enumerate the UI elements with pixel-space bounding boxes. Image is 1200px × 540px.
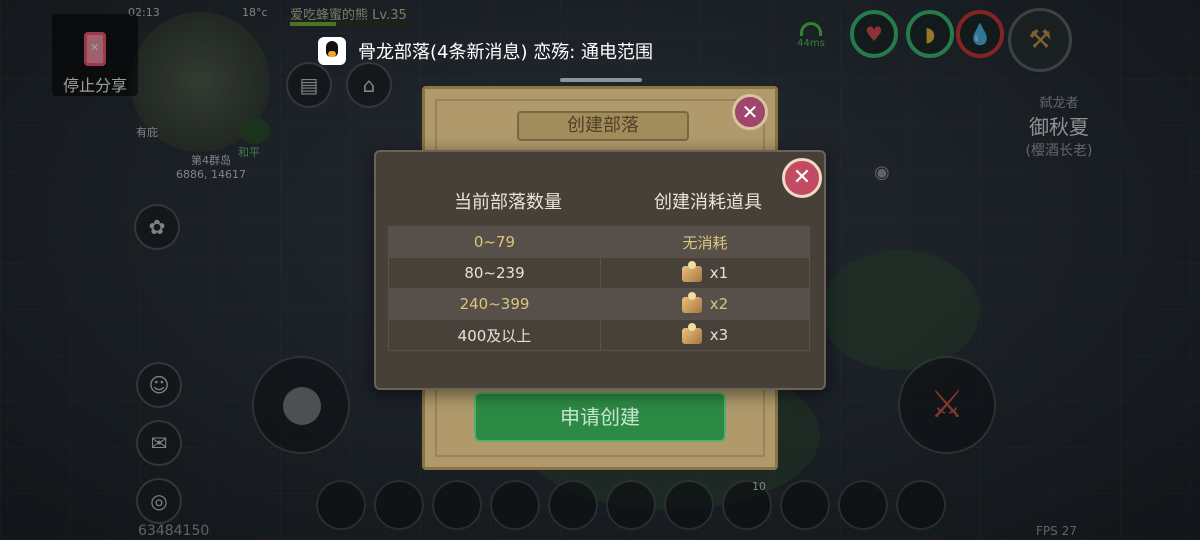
cost-table: 0~79 无消耗 80~239 x1 240~399 x2 400及以上 x3 (388, 226, 810, 351)
column-header-tribe-count: 当前部落数量 (454, 192, 562, 213)
apply-create-button[interactable]: 申请创建 (474, 392, 726, 442)
tribe-count-range: 400及以上 (388, 319, 601, 351)
close-icon: ✕ (741, 100, 759, 124)
notification-handle[interactable] (560, 78, 642, 82)
cost-value: 无消耗 (600, 226, 810, 258)
column-header-cost-item: 创建消耗道具 (654, 192, 762, 213)
cost-value: x1 (709, 264, 729, 282)
table-row: 240~399 x2 (388, 288, 810, 320)
cost-cell: x3 (600, 319, 810, 351)
table-row: 400及以上 x3 (388, 319, 810, 351)
create-tribe-close-button[interactable]: ✕ (732, 94, 768, 130)
tribe-count-range: 0~79 (388, 226, 601, 258)
cost-cell: x2 (600, 288, 810, 320)
tribe-count-range: 80~239 (388, 257, 601, 289)
cost-cell: x1 (600, 257, 810, 289)
dialog-title: 创建部落 (517, 111, 689, 141)
qq-icon (318, 37, 346, 65)
treasure-box-icon (681, 291, 702, 313)
cost-value: x2 (709, 295, 729, 313)
treasure-box-icon (681, 322, 702, 344)
table-row: 0~79 无消耗 (388, 226, 810, 258)
notification-text: 骨龙部落(4条新消息) 恋殇: 通电范围 (358, 42, 654, 63)
close-icon: ✕ (792, 165, 812, 190)
treasure-box-icon (681, 260, 702, 282)
cost-value: x3 (709, 326, 729, 344)
qq-notification[interactable]: 骨龙部落(4条新消息) 恋殇: 通电范围 (318, 34, 653, 68)
tribe-count-range: 240~399 (388, 288, 601, 320)
table-row: 80~239 x1 (388, 257, 810, 289)
